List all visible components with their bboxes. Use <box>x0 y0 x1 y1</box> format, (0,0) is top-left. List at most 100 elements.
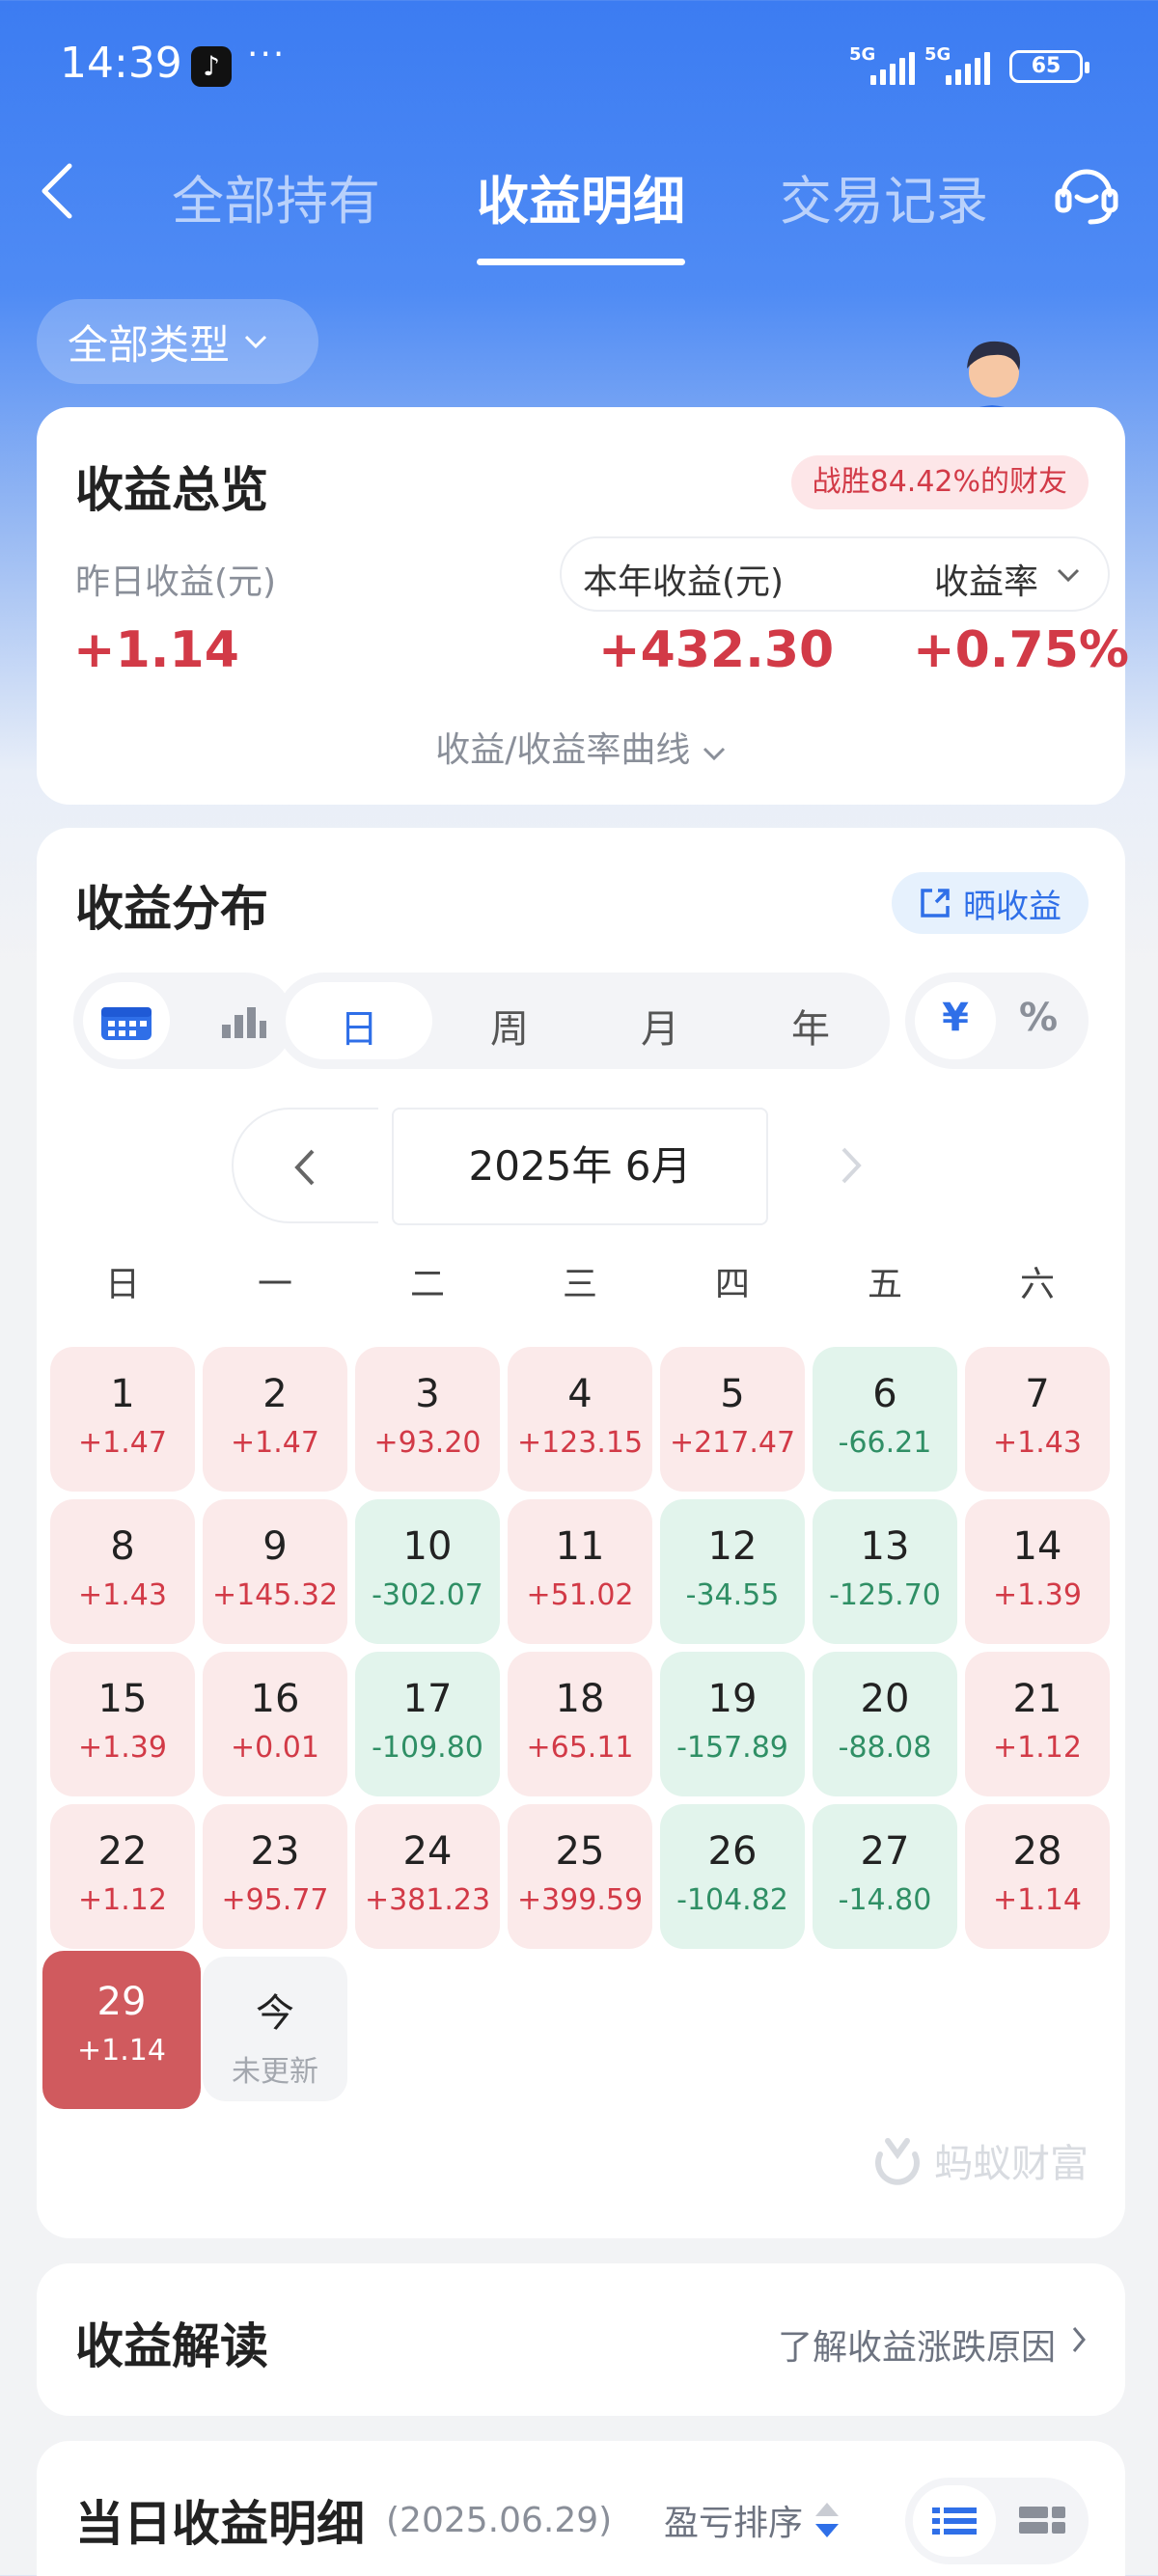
calendar-day-cell[interactable]: 7 +1.43 <box>965 1347 1110 1492</box>
calendar-day-cell[interactable]: 26 -104.82 <box>660 1804 805 1949</box>
calendar-day-earnings: +93.20 <box>373 1426 482 1460</box>
calendar-day-cell[interactable]: 2 +1.47 <box>203 1347 347 1492</box>
calendar-day-cell[interactable]: 28 +1.14 <box>965 1804 1110 1949</box>
unit-yuan[interactable]: ¥ <box>915 996 996 1040</box>
calendar-day-cell[interactable]: 17 -109.80 <box>355 1652 500 1796</box>
calendar-day-cell[interactable]: 19 -157.89 <box>660 1652 805 1796</box>
share-earnings-button[interactable]: 晒收益 <box>892 872 1089 934</box>
calendar-day-number: 10 <box>402 1524 453 1569</box>
calendar-day-cell[interactable]: 9 +145.32 <box>203 1499 347 1644</box>
bar-chart-icon[interactable] <box>220 1003 268 1040</box>
customer-service-icon[interactable] <box>1052 158 1121 228</box>
calendar-day-cell[interactable]: 21 +1.12 <box>965 1652 1110 1796</box>
calendar-day-cell[interactable]: 6 -66.21 <box>813 1347 957 1492</box>
watermark: 蚂蚁财富 <box>870 2132 1089 2188</box>
period-year[interactable]: 年 <box>737 998 884 1054</box>
calendar-icon[interactable] <box>98 1001 154 1042</box>
calendar-day-number: 9 <box>262 1524 288 1569</box>
calendar-day-number: 23 <box>250 1829 300 1874</box>
distribution-title: 收益分布 <box>75 881 268 937</box>
weekday-label: 六 <box>1019 1265 1055 1304</box>
type-filter-label: 全部类型 <box>68 320 231 369</box>
calendar-day-earnings: +1.14 <box>77 2034 166 2068</box>
calendar-day-cell[interactable]: 10 -302.07 <box>355 1499 500 1644</box>
calendar-day-number: 13 <box>860 1524 910 1569</box>
calendar-day-earnings: +1.47 <box>231 1426 319 1460</box>
calendar-day-cell[interactable]: 18 +65.11 <box>508 1652 652 1796</box>
card-view-icon[interactable] <box>1019 2507 1065 2535</box>
calendar-day-earnings: +123.15 <box>516 1426 644 1460</box>
tab-earnings-detail[interactable]: 收益明细 <box>477 158 685 234</box>
calendar-day-number: 3 <box>415 1372 440 1416</box>
calendar-day-cell[interactable]: 13 -125.70 <box>813 1499 957 1644</box>
calendar-day-earnings: +1.14 <box>993 1883 1082 1917</box>
calendar-day-earnings: +1.12 <box>78 1883 167 1917</box>
type-filter-dropdown[interactable]: 全部类型 <box>37 299 318 384</box>
next-month-button[interactable] <box>828 1108 886 1223</box>
calendar-day-number: 16 <box>250 1677 300 1721</box>
tab-all-holdings[interactable]: 全部持有 <box>172 158 380 234</box>
calendar-day-earnings: -302.07 <box>372 1578 483 1612</box>
calendar-day-cell[interactable]: 11 +51.02 <box>508 1499 652 1644</box>
calendar-day-cell[interactable]: 4 +123.15 <box>508 1347 652 1492</box>
share-label: 晒收益 <box>963 887 1062 926</box>
year-rate-selector[interactable]: 本年收益(元) 收益率 <box>560 536 1110 612</box>
year-earnings-label: 本年收益(元) <box>583 562 785 602</box>
weekday-label: 一 <box>257 1265 292 1304</box>
calendar-day-number: 12 <box>707 1524 758 1569</box>
period-toggle: 日 周 月 年 <box>276 973 890 1069</box>
interpretation-link[interactable]: 了解收益涨跌原因 <box>778 2319 1056 2370</box>
calendar-day-cell[interactable]: 1 +1.47 <box>50 1347 195 1492</box>
rank-badge: 战胜84.42%的财友 <box>790 455 1089 509</box>
calendar-day-number: 22 <box>97 1829 148 1874</box>
weekday-label: 五 <box>867 1265 902 1304</box>
calendar-day-cell[interactable]: 22 +1.12 <box>50 1804 195 1949</box>
earnings-curve-toggle[interactable]: 收益/收益率曲线 <box>37 722 1125 772</box>
sort-button[interactable]: 盈亏排序 <box>664 2495 841 2545</box>
calendar-day-number: 18 <box>555 1677 605 1721</box>
rate-value: +0.75% <box>913 621 1129 679</box>
calendar-day-earnings: +381.23 <box>364 1883 491 1917</box>
calendar-day-earnings: -125.70 <box>829 1578 941 1612</box>
calendar-day-cell[interactable]: 8 +1.43 <box>50 1499 195 1644</box>
calendar-day-earnings: -14.80 <box>838 1883 932 1917</box>
back-icon[interactable] <box>39 162 77 220</box>
calendar-day-number: 27 <box>860 1829 910 1874</box>
chevron-down-icon <box>244 335 267 349</box>
calendar-day-cell[interactable]: 16 +0.01 <box>203 1652 347 1796</box>
status-time: 14:39 <box>60 39 182 88</box>
ant-fortune-logo-icon <box>875 2138 920 2185</box>
calendar-day-cell[interactable]: 23 +95.77 <box>203 1804 347 1949</box>
calendar-day-cell[interactable]: 5 +217.47 <box>660 1347 805 1492</box>
signal-icon: 5G <box>924 44 1002 85</box>
calendar-day-cell[interactable]: 25 +399.59 <box>508 1804 652 1949</box>
earnings-interpretation-card[interactable]: 收益解读 了解收益涨跌原因 <box>37 2263 1125 2416</box>
period-week[interactable]: 周 <box>436 998 583 1054</box>
layout-toggle <box>905 2478 1089 2564</box>
earnings-overview-card: 收益总览 战胜84.42%的财友 昨日收益(元) +1.14 本年收益(元) 收… <box>37 407 1129 805</box>
calendar-day-cell[interactable]: 20 -88.08 <box>813 1652 957 1796</box>
calendar-day-number: 26 <box>707 1829 758 1874</box>
calendar-day-cell[interactable]: 12 -34.55 <box>660 1499 805 1644</box>
tiktok-icon: ♪ <box>191 46 232 87</box>
calendar-day-cell[interactable]: 15 +1.39 <box>50 1652 195 1796</box>
calendar-day-cell[interactable]: 29 +1.14 <box>42 1951 201 2109</box>
unit-percent[interactable]: % <box>998 996 1079 1040</box>
interpretation-title: 收益解读 <box>75 2318 268 2374</box>
calendar-day-cell[interactable]: 27 -14.80 <box>813 1804 957 1949</box>
list-view-icon[interactable] <box>932 2507 979 2535</box>
calendar-day-cell[interactable]: 24 +381.23 <box>355 1804 500 1949</box>
period-month[interactable]: 月 <box>587 998 733 1054</box>
view-mode-toggle <box>73 973 293 1069</box>
calendar-day-cell[interactable]: 3 +93.20 <box>355 1347 500 1492</box>
period-day[interactable]: 日 <box>286 998 432 1054</box>
active-tab-indicator <box>477 259 685 265</box>
calendar-day-earnings: +95.77 <box>221 1883 329 1917</box>
previous-month-button[interactable] <box>232 1108 378 1223</box>
curve-label: 收益/收益率曲线 <box>435 730 691 770</box>
calendar-day-cell[interactable]: 今未更新 <box>203 1957 347 2101</box>
calendar-day-number: 4 <box>567 1372 593 1416</box>
tab-transaction-records[interactable]: 交易记录 <box>780 158 988 234</box>
calendar-day-cell[interactable]: 14 +1.39 <box>965 1499 1110 1644</box>
calendar-day-earnings: +65.11 <box>526 1731 634 1765</box>
